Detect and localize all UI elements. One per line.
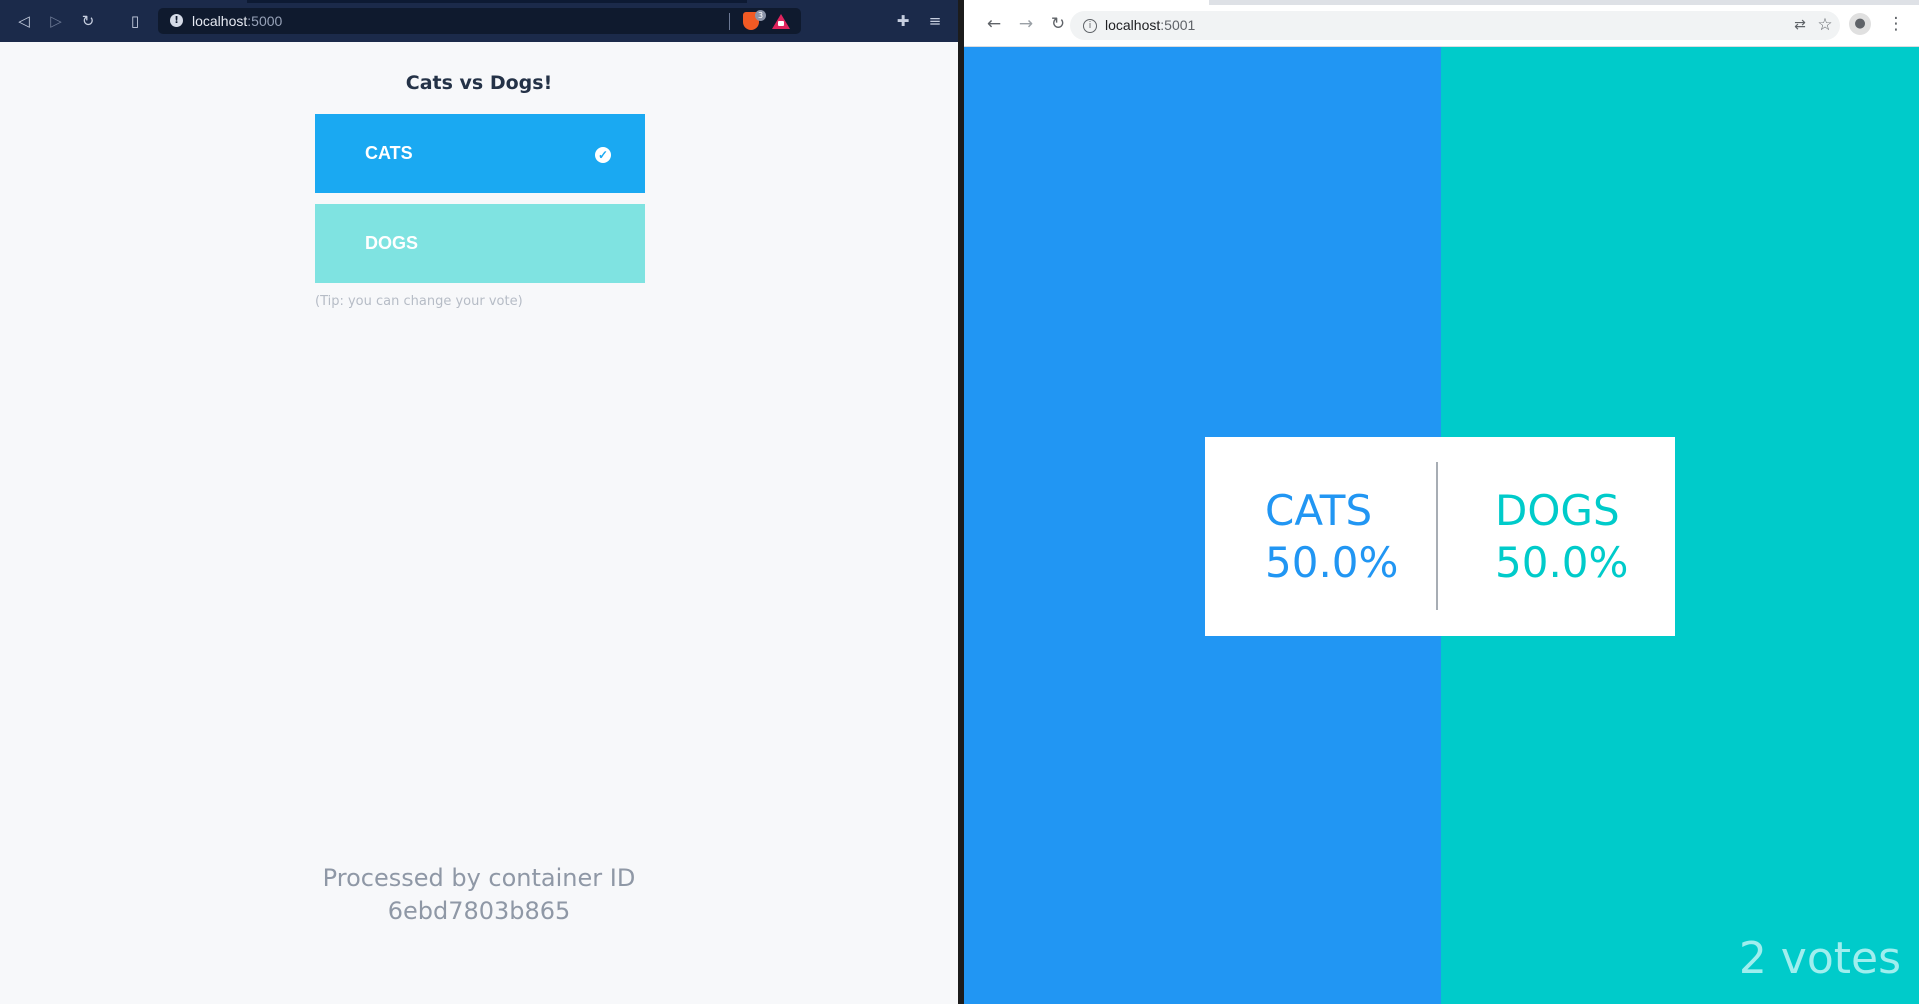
address-bar[interactable]: ! localhost:5000 3 (158, 8, 801, 34)
forward-icon[interactable]: → (1016, 14, 1036, 34)
bookmark-icon[interactable]: ▯ (125, 11, 145, 31)
result-cats: CATS 50.0% (1265, 485, 1398, 589)
shield-count-badge: 3 (755, 10, 766, 21)
page-title: Cats vs Dogs! (405, 72, 553, 94)
back-icon[interactable]: ← (984, 14, 1004, 34)
result-cats-label: CATS (1265, 486, 1373, 535)
tab-strip (1209, 0, 1919, 5)
chrome-toolbar: ← → ↻ i localhost:5001 ⇄ ☆ ● ⋮ (964, 0, 1919, 47)
forward-icon[interactable]: ▷ (46, 11, 66, 31)
back-icon[interactable]: ◁ (14, 11, 34, 31)
url-port: :5000 (247, 13, 283, 29)
brave-toolbar: ◁ ▷ ↻ ▯ ! localhost:5000 3 ✚ ≡ (0, 0, 958, 42)
result-dogs-label: DOGS (1495, 486, 1620, 535)
address-bar[interactable]: i localhost:5001 ⇄ ☆ (1070, 11, 1840, 40)
kebab-menu-icon[interactable]: ⋮ (1886, 14, 1906, 34)
brave-rewards-icon[interactable] (772, 14, 790, 29)
result-cats-percent: 50.0% (1265, 538, 1399, 587)
vote-dogs-label: DOGS (365, 233, 419, 253)
url-text[interactable]: localhost:5000 (192, 13, 282, 29)
url-host: localhost (192, 13, 248, 29)
footer-line-1: Processed by container ID (322, 864, 636, 892)
url-host: localhost (1105, 17, 1161, 33)
vote-cats-label: CATS (365, 143, 413, 163)
url-text[interactable]: localhost:5001 (1105, 17, 1195, 33)
address-bar-separator (729, 13, 730, 30)
star-icon[interactable]: ☆ (1815, 15, 1835, 35)
info-icon[interactable]: i (1083, 19, 1097, 33)
tab-strip-edge (247, 0, 747, 3)
tip-text: (Tip: you can change your vote) (315, 294, 523, 309)
right-browser-window: ← → ↻ i localhost:5001 ⇄ ☆ ● ⋮ CATS 50.0… (964, 0, 1919, 1004)
left-browser-window: ◁ ▷ ↻ ▯ ! localhost:5000 3 ✚ ≡ Cats vs D… (0, 0, 958, 1004)
vote-page: Cats vs Dogs! CATS ✓ DOGS (Tip: you can … (0, 42, 958, 1004)
vote-count: 2 votes (1738, 933, 1901, 984)
translate-icon[interactable]: ⇄ (1790, 15, 1810, 35)
results-divider (1436, 462, 1438, 610)
info-icon[interactable]: ! (170, 14, 183, 27)
result-dogs: DOGS 50.0% (1495, 485, 1628, 589)
extensions-icon[interactable]: ✚ (893, 11, 913, 31)
reload-icon[interactable]: ↻ (1048, 14, 1068, 34)
results-card: CATS 50.0% DOGS 50.0% (1205, 437, 1675, 636)
container-id-footer: Processed by container ID 6ebd7803b865 (0, 862, 958, 928)
url-port: :5001 (1160, 17, 1196, 33)
vote-dogs-button[interactable]: DOGS (315, 204, 645, 283)
reload-icon[interactable]: ↻ (78, 11, 98, 31)
vote-cats-button[interactable]: CATS ✓ (315, 114, 645, 193)
result-dogs-percent: 50.0% (1495, 538, 1629, 587)
profile-icon[interactable]: ● (1849, 13, 1871, 35)
menu-icon[interactable]: ≡ (925, 11, 945, 31)
check-circle-icon: ✓ (595, 147, 611, 163)
results-page: CATS 50.0% DOGS 50.0% 2 votes (964, 47, 1919, 1004)
container-id: 6ebd7803b865 (387, 897, 571, 925)
